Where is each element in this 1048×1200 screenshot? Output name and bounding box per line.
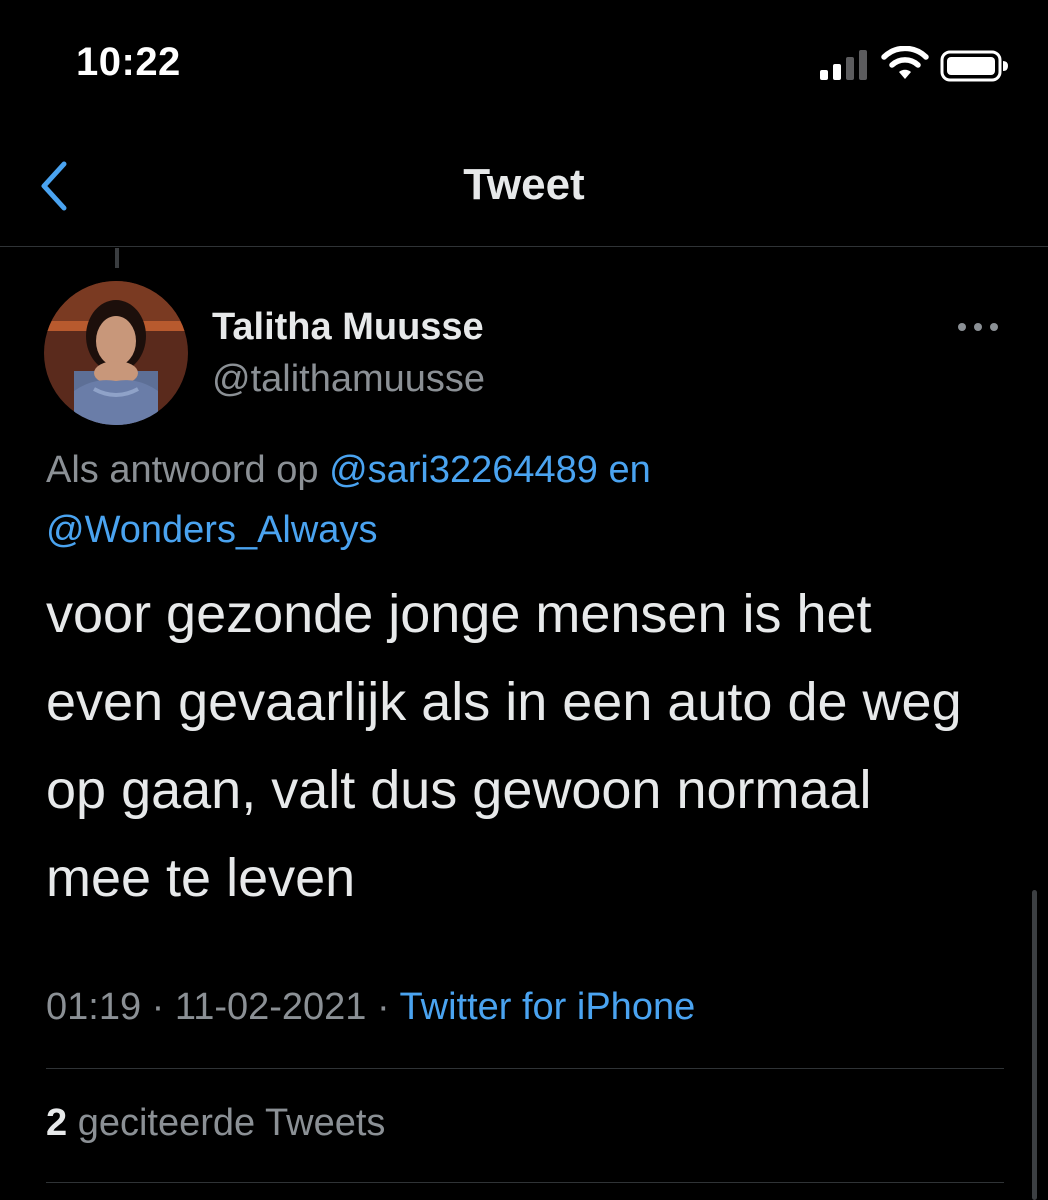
reply-context-prefix: Als antwoord op	[46, 449, 319, 491]
quote-tweets-count: 2	[46, 1102, 68, 1144]
tweet-time: 01:19	[46, 986, 142, 1028]
author-handle[interactable]: @talithamuusse	[212, 358, 485, 401]
divider	[46, 1068, 1004, 1069]
tweet-meta: 01:19 · 11-02-2021 · Twitter for iPhone	[46, 986, 695, 1029]
meta-separator: ·	[377, 986, 390, 1028]
nav-header: Tweet	[0, 120, 1048, 247]
cellular-signal-icon	[820, 50, 867, 80]
tweet-date: 11-02-2021	[174, 986, 367, 1028]
ellipsis-icon[interactable]	[954, 312, 1002, 342]
author-name[interactable]: Talitha Muusse	[212, 306, 484, 349]
reply-context-conjunction: en	[608, 449, 651, 491]
battery-icon	[940, 50, 1008, 82]
avatar[interactable]	[44, 281, 188, 425]
mention-link[interactable]: @Wonders_Always	[46, 509, 377, 551]
mention-link[interactable]: @sari32264489	[329, 449, 598, 491]
reply-context: Als antwoord op @sari32264489 en @Wonder…	[46, 440, 1006, 560]
tweet-text: voor gezonde jonge mensen is het even ge…	[46, 584, 962, 908]
quote-tweets-label: geciteerde Tweets	[77, 1102, 386, 1144]
thread-connector-line	[115, 248, 119, 268]
meta-separator: ·	[151, 986, 165, 1028]
avatar-image	[44, 281, 188, 425]
divider	[46, 1182, 1004, 1183]
scrollbar[interactable]	[1032, 890, 1037, 1200]
quote-tweets-link[interactable]: 2 geciteerde Tweets	[46, 1102, 385, 1145]
page-title: Tweet	[463, 160, 585, 209]
status-bar: 10:22	[0, 0, 1048, 120]
wifi-icon	[881, 46, 929, 79]
tweet-source-link[interactable]: Twitter for iPhone	[400, 986, 696, 1028]
status-time: 10:22	[76, 40, 181, 84]
